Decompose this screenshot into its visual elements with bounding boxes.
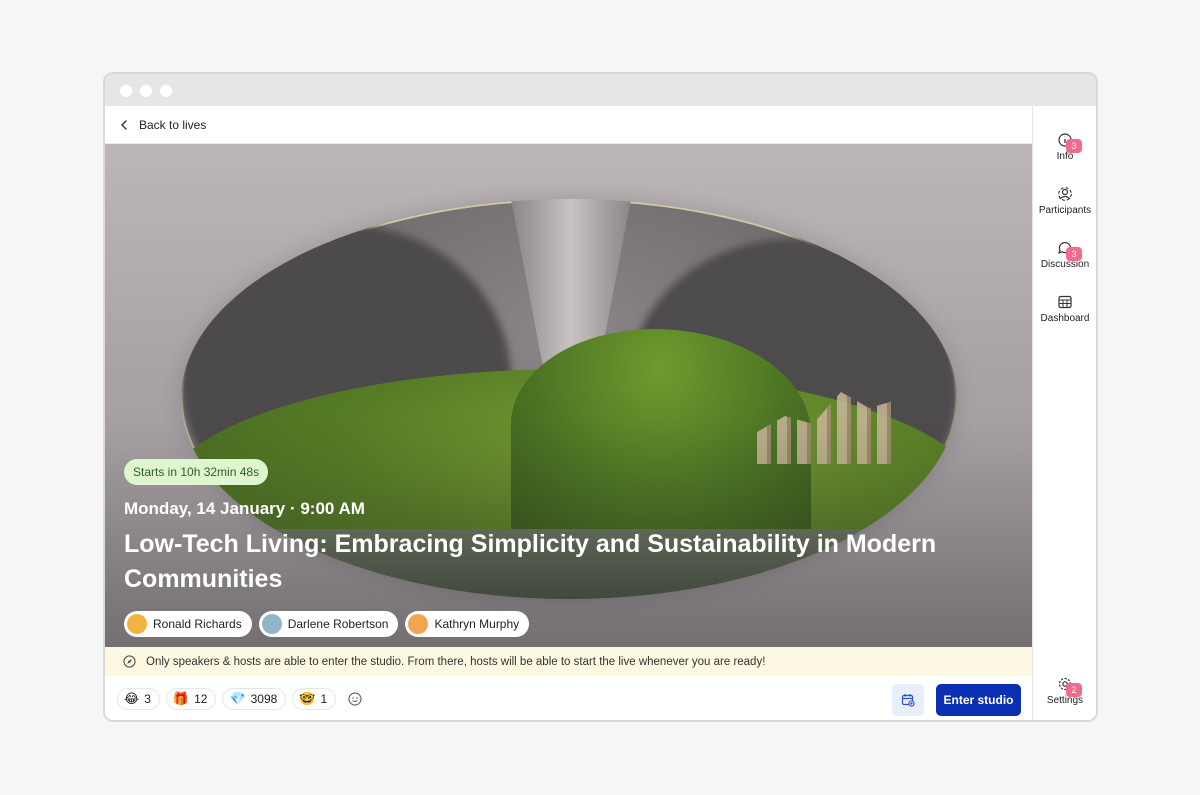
speaker-chip[interactable]: Kathryn Murphy (405, 611, 530, 637)
countdown-badge: Starts in 10h 32min 48s (124, 459, 269, 485)
back-to-lives-link[interactable]: Back to lives (119, 118, 206, 132)
studio-notice: Only speakers & hosts are able to enter … (105, 647, 1032, 676)
speaker-name: Darlene Robertson (287, 617, 389, 631)
reaction-chip[interactable]: 🤓 1 (292, 688, 337, 710)
participants-icon (1058, 187, 1072, 201)
sidebar-item-settings[interactable]: 2 Settings (1033, 676, 1096, 706)
sidebar-item-label: Discussion (1040, 259, 1090, 270)
sidebar-item-info[interactable]: 3 Info (1033, 132, 1096, 162)
avatar (408, 614, 429, 634)
speaker-name: Kathryn Murphy (434, 617, 520, 631)
sidebar-item-dashboard[interactable]: Dashboard (1033, 294, 1096, 324)
enter-studio-button[interactable]: Enter studio (936, 684, 1021, 716)
gift-emoji-icon: 🎁 (172, 691, 190, 706)
back-label: Back to lives (139, 117, 207, 132)
dashboard-icon (1058, 295, 1072, 309)
avatar (261, 614, 282, 634)
speaker-list: Ronald Richards Darlene Robertson Kathry… (124, 611, 992, 637)
compass-icon (123, 655, 136, 668)
reaction-count: 1 (320, 692, 328, 706)
reaction-chip[interactable]: 💎 3098 (222, 688, 287, 710)
calendar-icon (901, 694, 915, 707)
reaction-count: 3 (144, 692, 151, 706)
diamond-emoji-icon: 💎 (229, 691, 246, 706)
main-panel: Back to lives Starts in 10h 32min 48s Mo… (105, 106, 1032, 720)
speaker-chip[interactable]: Ronald Richards (124, 611, 252, 637)
event-title: Low-Tech Living: Embracing Simplicity an… (124, 530, 937, 593)
notification-badge: 3 (1066, 139, 1082, 153)
reaction-chip[interactable]: 😂 3 (117, 688, 160, 710)
right-sidebar: 3 Info Participants 3 Discussion Dashboa… (1032, 106, 1096, 720)
add-to-calendar-button[interactable] (892, 684, 924, 716)
sidebar-item-participants[interactable]: Participants (1033, 186, 1096, 216)
notification-badge: 2 (1066, 683, 1082, 697)
speaker-name: Ronald Richards (153, 617, 242, 631)
laughing-emoji-icon: 😂 (124, 691, 140, 706)
speaker-chip[interactable]: Darlene Robertson (258, 611, 399, 637)
top-bar: Back to lives (105, 106, 1032, 144)
nerd-emoji-icon: 🤓 (299, 691, 316, 706)
window-titlebar (105, 74, 1096, 106)
avatar (127, 614, 147, 634)
reaction-count: 12 (194, 692, 208, 706)
window-dot[interactable] (160, 85, 172, 97)
event-info: Starts in 10h 32min 48s Monday, 14 Janua… (124, 459, 992, 637)
sidebar-item-label: Dashboard (1040, 313, 1090, 324)
bottom-bar: 😂 3 🎁 12 💎 3098 🤓 1 Enter studio (105, 676, 1032, 720)
reaction-count: 3098 (250, 692, 278, 706)
event-hero-image: Starts in 10h 32min 48s Monday, 14 Janua… (105, 144, 1032, 647)
sidebar-item-label: Participants (1038, 205, 1092, 216)
chevron-left-icon (121, 119, 127, 130)
app-window: Back to lives Starts in 10h 32min 48s Mo… (103, 72, 1098, 722)
sidebar-item-discussion[interactable]: 3 Discussion (1033, 240, 1096, 270)
window-dot[interactable] (120, 85, 132, 97)
add-reaction-icon[interactable] (346, 690, 364, 708)
notice-text: Only speakers & hosts are able to enter … (146, 655, 766, 668)
window-dot[interactable] (140, 85, 152, 97)
notification-badge: 3 (1066, 247, 1082, 261)
reaction-chip[interactable]: 🎁 12 (165, 688, 217, 710)
event-datetime: Monday, 14 January · 9:00 AM (124, 499, 365, 518)
